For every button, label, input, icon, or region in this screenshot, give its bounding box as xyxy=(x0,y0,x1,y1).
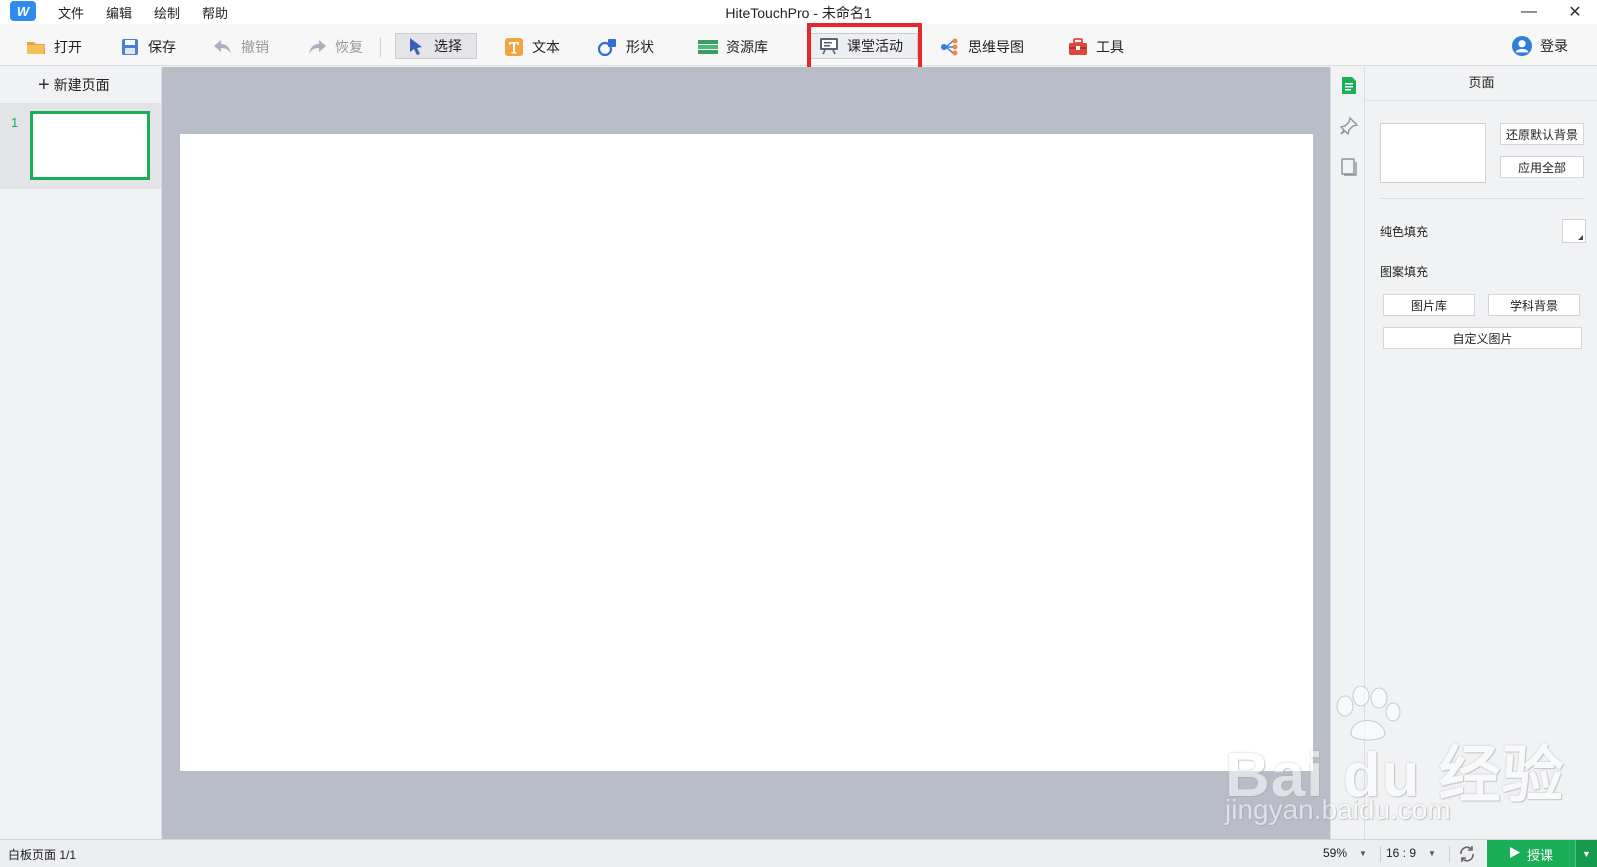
login-button[interactable]: 登录 xyxy=(1512,33,1568,59)
background-preview xyxy=(1380,123,1486,183)
book-tab-icon xyxy=(1341,157,1357,179)
select-tool-button[interactable]: 选择 xyxy=(395,33,477,59)
login-label: 登录 xyxy=(1540,38,1568,54)
restore-default-background-button[interactable]: 还原默认背景 xyxy=(1500,123,1584,145)
subject-background-button[interactable]: 学科背景 xyxy=(1488,294,1580,316)
undo-label: 撤销 xyxy=(241,39,269,55)
menu-edit[interactable]: 编辑 xyxy=(106,3,132,22)
solid-fill-label: 纯色填充 xyxy=(1380,225,1429,239)
chevron-down-icon: ▼ xyxy=(1582,849,1591,859)
divider xyxy=(1380,198,1585,199)
chevron-down-icon: ▼ xyxy=(1359,848,1367,858)
page-thumbnail[interactable] xyxy=(30,111,150,180)
class-activity-button[interactable]: 课堂活动 xyxy=(808,33,918,59)
page-properties-tab[interactable] xyxy=(1338,76,1360,98)
pattern-fill-label: 图案填充 xyxy=(1380,265,1429,279)
status-separator xyxy=(1449,846,1450,862)
image-library-button[interactable]: 图片库 xyxy=(1383,294,1475,316)
menu-help[interactable]: 帮助 xyxy=(202,3,228,22)
fill-color-picker[interactable] xyxy=(1562,219,1586,243)
zoom-dropdown[interactable]: 59% ▼ xyxy=(1323,846,1367,860)
redo-button[interactable]: 恢复 xyxy=(307,34,363,60)
zoom-value: 59% xyxy=(1323,846,1348,860)
select-label: 选择 xyxy=(434,38,462,54)
save-button[interactable]: 保存 xyxy=(120,34,176,60)
new-page-button[interactable]: + 新建页面 xyxy=(38,75,110,95)
plus-icon: + xyxy=(38,74,50,96)
activity-icon xyxy=(819,37,839,55)
shape-tool-button[interactable]: 形状 xyxy=(598,34,654,60)
tools-button[interactable]: 工具 xyxy=(1068,34,1124,60)
undo-icon xyxy=(213,38,233,56)
text-tool-button[interactable]: 文本 xyxy=(504,34,560,60)
status-bar: 白板页面 1/1 59% ▼ 16 : 9 ▼ 授课 ▼ xyxy=(0,839,1597,867)
panel-title: 页面 xyxy=(1366,67,1597,101)
main-toolbar: 打开 保存 撤销 恢复 xyxy=(0,24,1597,66)
undo-button[interactable]: 撤销 xyxy=(213,34,269,60)
aspect-ratio-value: 16 : 9 xyxy=(1386,846,1417,860)
resources-label: 资源库 xyxy=(726,39,768,55)
canvas-area xyxy=(162,67,1330,839)
title-bar: W 文件 编辑 绘制 帮助 HiteTouchPro - 未命名1 — ✕ xyxy=(0,0,1597,24)
class-activity-label: 课堂活动 xyxy=(847,38,903,54)
side-tab-strip xyxy=(1330,67,1365,839)
menu-draw[interactable]: 绘制 xyxy=(154,3,180,22)
folder-icon xyxy=(26,38,46,56)
toolbar-separator xyxy=(380,37,381,57)
chevron-down-icon: ▼ xyxy=(1428,848,1436,858)
page-thumbnail-row[interactable]: 1 xyxy=(0,103,161,189)
tools-label: 工具 xyxy=(1096,39,1124,55)
page-tab-icon xyxy=(1341,76,1357,98)
cursor-icon xyxy=(406,37,426,55)
text-t-icon xyxy=(504,38,524,56)
floppy-icon xyxy=(120,38,140,56)
new-page-label: 新建页面 xyxy=(53,77,110,93)
redo-label: 恢复 xyxy=(335,39,363,55)
start-class-button[interactable]: 授课 xyxy=(1487,840,1575,867)
mind-map-button[interactable]: 思维导图 xyxy=(940,34,1024,60)
minimize-button[interactable]: — xyxy=(1514,0,1544,24)
close-button[interactable]: ✕ xyxy=(1560,0,1590,24)
save-label: 保存 xyxy=(148,39,176,55)
open-label: 打开 xyxy=(54,39,82,55)
open-button[interactable]: 打开 xyxy=(26,34,82,60)
whiteboard-page[interactable] xyxy=(180,134,1313,771)
menu-bar: 文件 编辑 绘制 帮助 xyxy=(58,0,228,24)
mindmap-icon xyxy=(940,38,960,56)
window-title: HiteTouchPro - 未命名1 xyxy=(725,5,872,21)
text-label: 文本 xyxy=(532,39,560,55)
animation-tab[interactable] xyxy=(1338,116,1360,138)
pin-tab-icon xyxy=(1339,116,1359,138)
menu-file[interactable]: 文件 xyxy=(58,3,84,22)
resource-icon xyxy=(698,38,718,56)
apply-all-button[interactable]: 应用全部 xyxy=(1500,156,1584,178)
shape-label: 形状 xyxy=(626,39,654,55)
resource-library-button[interactable]: 资源库 xyxy=(698,34,768,60)
status-separator xyxy=(1380,846,1381,862)
page-list-panel: + 新建页面 1 xyxy=(0,67,162,839)
app-logo: W xyxy=(10,1,36,21)
aspect-ratio-dropdown[interactable]: 16 : 9 ▼ xyxy=(1386,846,1436,860)
start-class-label: 授课 xyxy=(1526,847,1553,863)
shape-icon xyxy=(598,38,618,56)
play-icon xyxy=(1509,846,1521,862)
page-properties-panel: 页面 还原默认背景 应用全部 纯色填充 图案填充 图片库 学科背景 自定义图片 xyxy=(1366,67,1597,839)
notes-tab[interactable] xyxy=(1338,157,1360,179)
mind-map-label: 思维导图 xyxy=(968,39,1024,55)
toolbox-icon xyxy=(1068,38,1088,56)
sync-icon[interactable] xyxy=(1458,845,1476,863)
custom-image-button[interactable]: 自定义图片 xyxy=(1383,327,1582,349)
user-icon xyxy=(1512,36,1532,56)
redo-icon xyxy=(307,38,327,56)
page-number: 1 xyxy=(11,115,19,130)
page-info: 白板页面 1/1 xyxy=(8,848,77,862)
start-class-options-dropdown[interactable]: ▼ xyxy=(1575,840,1597,867)
